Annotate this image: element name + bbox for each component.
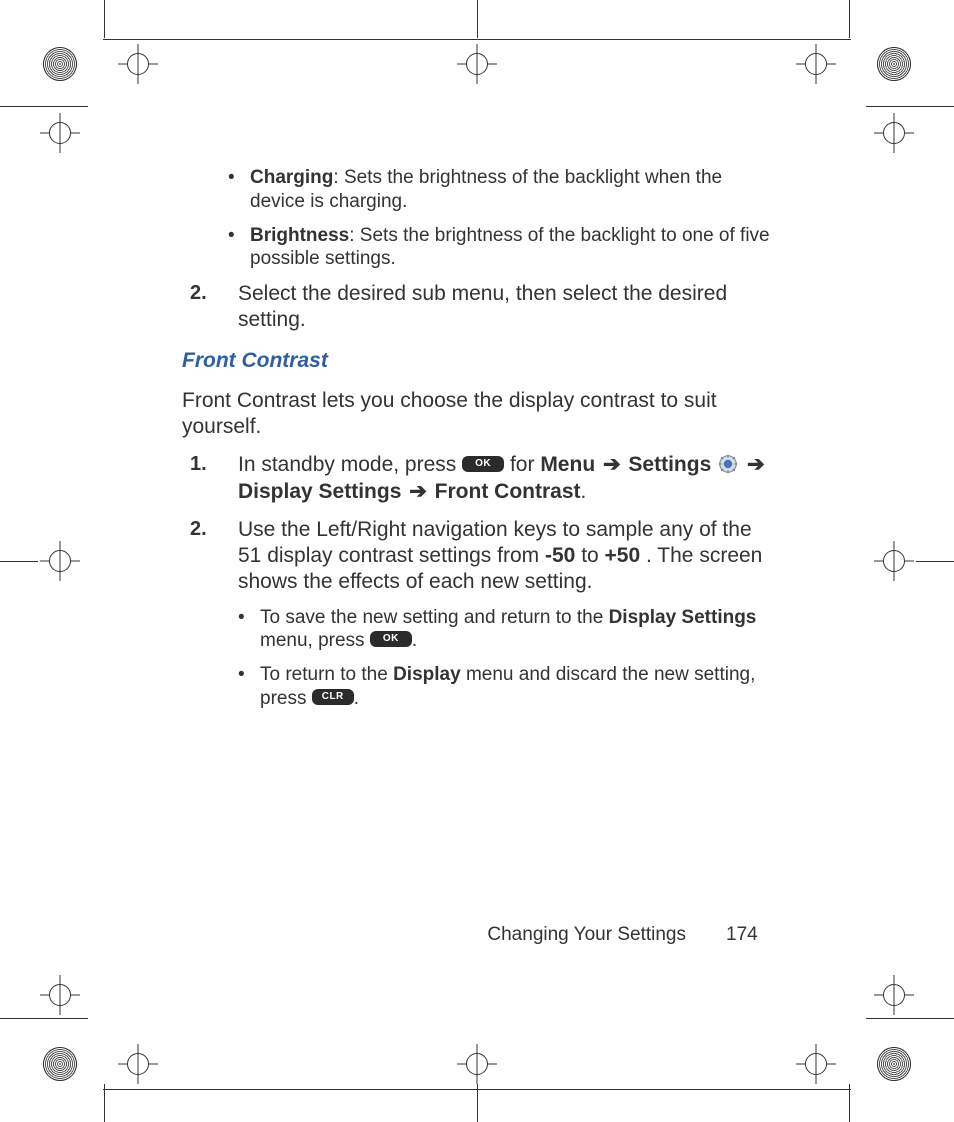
- text-fragment: .: [412, 630, 417, 651]
- display-settings-label: Display Settings: [238, 480, 401, 503]
- footer-section: Changing Your Settings: [487, 924, 686, 946]
- page-number: 174: [726, 924, 766, 946]
- display-label: Display: [393, 664, 461, 685]
- registration-disc: [877, 1047, 911, 1081]
- crosshair-icon: [796, 1044, 836, 1084]
- step-number: 1.: [190, 452, 207, 477]
- text-fragment: for: [510, 453, 540, 476]
- display-settings-label: Display Settings: [609, 607, 757, 628]
- ok-key-icon: OK: [370, 631, 412, 647]
- step-number: 2.: [190, 517, 207, 542]
- crosshair-icon: [118, 44, 158, 84]
- menu-label: Menu: [540, 453, 595, 476]
- sub-bullet-list: To save the new setting and return to th…: [238, 606, 772, 711]
- list-item: To return to the Display menu and discar…: [238, 663, 772, 711]
- crosshair-icon: [457, 1044, 497, 1084]
- crosshair-icon: [796, 44, 836, 84]
- step-number: 2.: [190, 281, 207, 306]
- crosshair-icon: [40, 113, 80, 153]
- gear-icon: [717, 453, 739, 475]
- crosshair-icon: [40, 541, 80, 581]
- front-contrast-steps: 1. In standby mode, press OK for Menu ➔ …: [182, 452, 772, 710]
- step-item: 2. Use the Left/Right navigation keys to…: [190, 517, 772, 711]
- list-item: To save the new setting and return to th…: [238, 606, 772, 654]
- clr-key-icon: CLR: [312, 689, 354, 705]
- text-fragment: to: [581, 544, 604, 567]
- crosshair-icon: [118, 1044, 158, 1084]
- min-value: -50: [545, 544, 575, 567]
- max-value: +50: [605, 544, 641, 567]
- arrow-icon: ➔: [601, 453, 628, 476]
- crosshair-icon: [874, 541, 914, 581]
- text-fragment: To save the new setting and return to th…: [260, 607, 609, 628]
- section-intro: Front Contrast lets you choose the displ…: [182, 388, 772, 441]
- text-fragment: To return to the: [260, 664, 393, 685]
- text-fragment: menu, press: [260, 630, 370, 651]
- section-heading: Front Contrast: [182, 348, 772, 374]
- crosshair-icon: [874, 113, 914, 153]
- step-list-continued: 2. Select the desired sub menu, then sel…: [182, 281, 772, 334]
- registration-disc: [43, 47, 77, 81]
- term-charging: Charging: [250, 167, 333, 188]
- page-footer: Changing Your Settings 174: [487, 924, 766, 946]
- step-item: 2. Select the desired sub menu, then sel…: [190, 281, 772, 334]
- crosshair-icon: [40, 975, 80, 1015]
- term-brightness: Brightness: [250, 225, 349, 246]
- registration-disc: [877, 47, 911, 81]
- list-item: Brightness: Sets the brightness of the b…: [228, 224, 772, 272]
- step-text: Select the desired sub menu, then select…: [238, 282, 727, 331]
- arrow-icon: ➔: [745, 453, 767, 476]
- backlight-options-list: Charging: Sets the brightness of the bac…: [182, 166, 772, 271]
- front-contrast-label: Front Contrast: [435, 480, 581, 503]
- step-item: 1. In standby mode, press OK for Menu ➔ …: [190, 452, 772, 505]
- text-fragment: .: [581, 480, 587, 503]
- list-item: Charging: Sets the brightness of the bac…: [228, 166, 772, 214]
- text-fragment: In standby mode, press: [238, 453, 462, 476]
- settings-label: Settings: [628, 453, 711, 476]
- ok-key-icon: OK: [462, 456, 504, 472]
- registration-disc: [43, 1047, 77, 1081]
- page-content: Charging: Sets the brightness of the bac…: [182, 160, 772, 932]
- crosshair-icon: [457, 44, 497, 84]
- crosshair-icon: [874, 975, 914, 1015]
- text-fragment: .: [354, 688, 359, 709]
- arrow-icon: ➔: [407, 480, 434, 503]
